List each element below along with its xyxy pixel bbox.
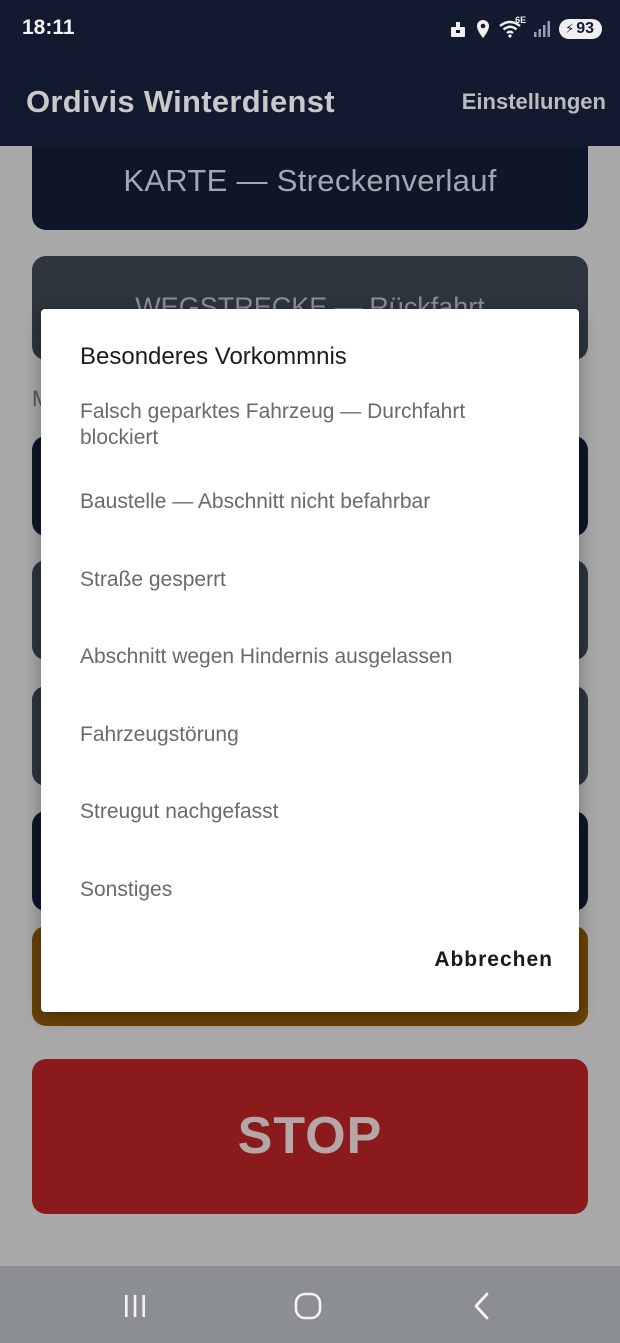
option-falsch-geparkt[interactable]: Falsch geparktes Fahrzeug — Durchfahrt b…	[80, 399, 540, 451]
app-bar: 18:11 6E ⚡ 93 Ordivis Winterdienst Einst…	[0, 0, 620, 146]
charging-icon: ⚡	[565, 21, 575, 36]
option-hindernis[interactable]: Abschnitt wegen Hindernis ausgelassen	[80, 644, 540, 670]
status-icons: 6E ⚡ 93	[449, 15, 602, 41]
option-streugut[interactable]: Streugut nachgefasst	[80, 799, 540, 825]
network-type: 6E	[515, 15, 527, 25]
system-nav-bar	[0, 1266, 620, 1343]
option-strasse-gesperrt[interactable]: Straße gesperrt	[80, 567, 540, 593]
option-baustelle[interactable]: Baustelle — Abschnitt nicht befahrbar	[80, 489, 540, 515]
recent-apps-icon[interactable]	[115, 1286, 155, 1326]
location-icon	[477, 20, 490, 38]
option-sonstiges[interactable]: Sonstiges	[80, 877, 540, 903]
wifi-icon: 6E	[499, 15, 526, 39]
option-fahrzeugstoerung[interactable]: Fahrzeugstörung	[80, 722, 540, 748]
status-time: 18:11	[22, 16, 75, 39]
back-icon[interactable]	[462, 1286, 502, 1326]
incident-dialog: Besonderes Vorkommnis Falsch geparktes F…	[41, 309, 579, 1012]
notification-icon	[451, 22, 466, 37]
app-title: Ordivis Winterdienst	[26, 84, 335, 119]
signal-icon	[534, 21, 551, 37]
home-icon[interactable]	[288, 1286, 328, 1326]
battery-icon: ⚡ 93	[559, 19, 602, 39]
dialog-title: Besonderes Vorkommnis	[80, 343, 347, 370]
battery-level: 93	[576, 20, 594, 37]
cancel-button[interactable]: Abbrechen	[434, 948, 553, 972]
settings-button[interactable]: Einstellungen	[462, 89, 606, 115]
